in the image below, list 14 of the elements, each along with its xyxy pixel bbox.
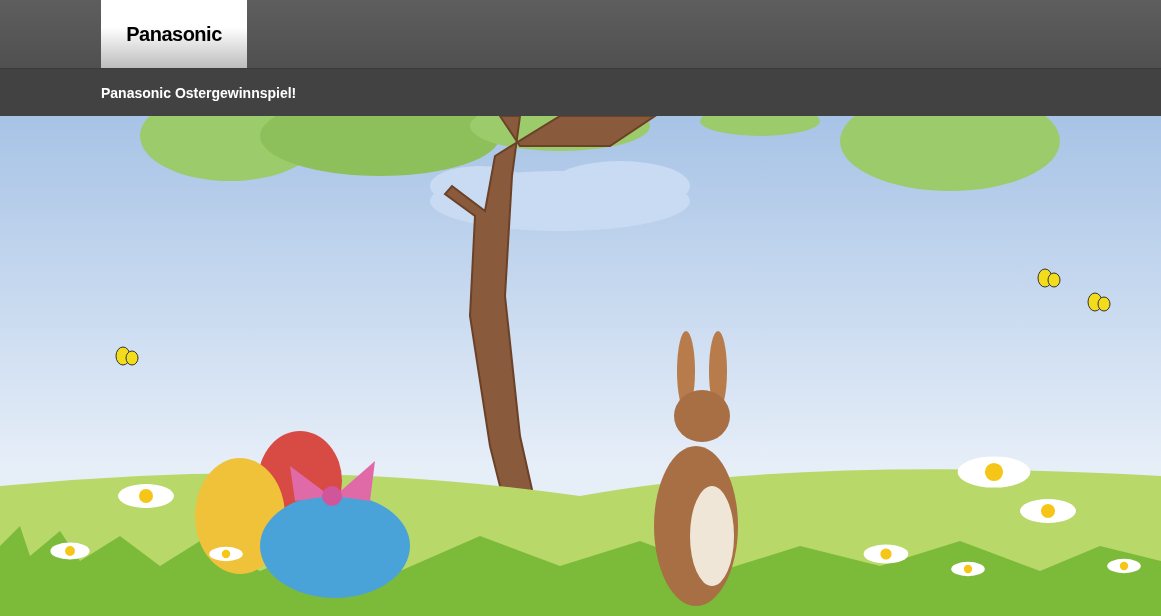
daisy-icon <box>863 544 909 564</box>
daisy-icon <box>957 456 1031 488</box>
daisy-icon <box>1107 558 1141 574</box>
brand-logo: Panasonic <box>126 22 222 46</box>
page-title: Panasonic Ostergewinnspiel! <box>101 84 297 101</box>
daisy-icon <box>50 542 90 560</box>
logo-tab[interactable]: Panasonic <box>101 0 247 68</box>
daisy-icon <box>951 561 985 577</box>
daisy-icon <box>209 546 243 562</box>
butterfly-icon <box>1037 268 1061 288</box>
daisy-icon <box>118 484 174 508</box>
butterfly-icon <box>1087 292 1111 312</box>
daisy-icon <box>1020 499 1076 523</box>
butterfly-icon <box>115 346 139 366</box>
